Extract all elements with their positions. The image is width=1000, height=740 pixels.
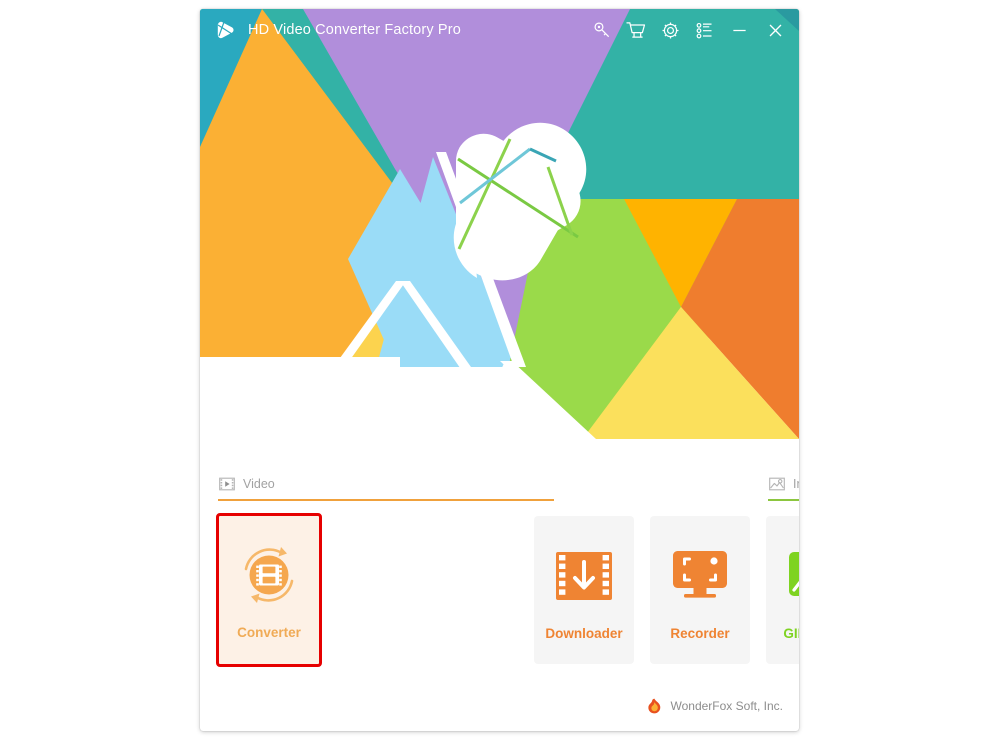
key-icon [593, 21, 609, 37]
film-play-icon [218, 476, 235, 493]
app-title: HD Video Converter Factory Pro [248, 22, 461, 38]
feature-buttons: Converter Downloader Recorder GI [200, 508, 799, 673]
wonderfox-flame-icon [647, 698, 663, 714]
feature-recorder-label: Recorder [670, 626, 730, 641]
register-key-button[interactable] [585, 9, 619, 51]
tab-video-underline [218, 499, 554, 501]
close-icon [769, 24, 781, 36]
play-logo-icon [212, 17, 238, 43]
monitor-record-icon [666, 542, 734, 610]
feature-converter-label: Converter [237, 625, 301, 640]
cart-icon [625, 21, 645, 38]
feature-downloader[interactable]: Downloader [534, 516, 634, 664]
minimize-button[interactable] [721, 9, 757, 51]
feature-gifmaker[interactable]: GIF Maker [766, 516, 799, 664]
tab-video[interactable]: Video [218, 467, 554, 501]
category-tabs: Video Image Toolbox [200, 467, 799, 503]
feature-downloader-label: Downloader [545, 626, 623, 641]
tab-image-label: Image [793, 477, 799, 491]
titlebar-actions [585, 9, 799, 51]
gear-icon [662, 22, 678, 38]
feature-gifmaker-label: GIF Maker [783, 626, 799, 641]
app-window: HD Video Converter Factory Pro Video I C… [200, 9, 799, 731]
footer-company-text: WonderFox Soft, Inc. [670, 699, 784, 713]
footer: WonderFox Soft, Inc. [200, 695, 799, 717]
hero-geometry [200, 9, 799, 439]
title-bar: HD Video Converter Factory Pro [200, 9, 799, 51]
tab-image[interactable]: Image [768, 467, 799, 501]
hero-banner [200, 9, 799, 439]
feature-recorder[interactable]: Recorder [650, 516, 750, 664]
list-icon [696, 22, 712, 38]
tab-video-label: Video [243, 477, 275, 491]
close-button[interactable] [757, 9, 793, 51]
converter-icon [235, 541, 303, 609]
gif-picture-icon [782, 542, 799, 610]
minimize-icon [732, 29, 746, 31]
feature-converter[interactable]: Converter [216, 513, 322, 667]
settings-button[interactable] [653, 9, 687, 51]
download-film-icon [550, 542, 618, 610]
picture-icon [768, 476, 785, 493]
buy-now-button[interactable] [619, 9, 653, 51]
menu-button[interactable] [687, 9, 721, 51]
tab-image-underline [768, 499, 799, 501]
